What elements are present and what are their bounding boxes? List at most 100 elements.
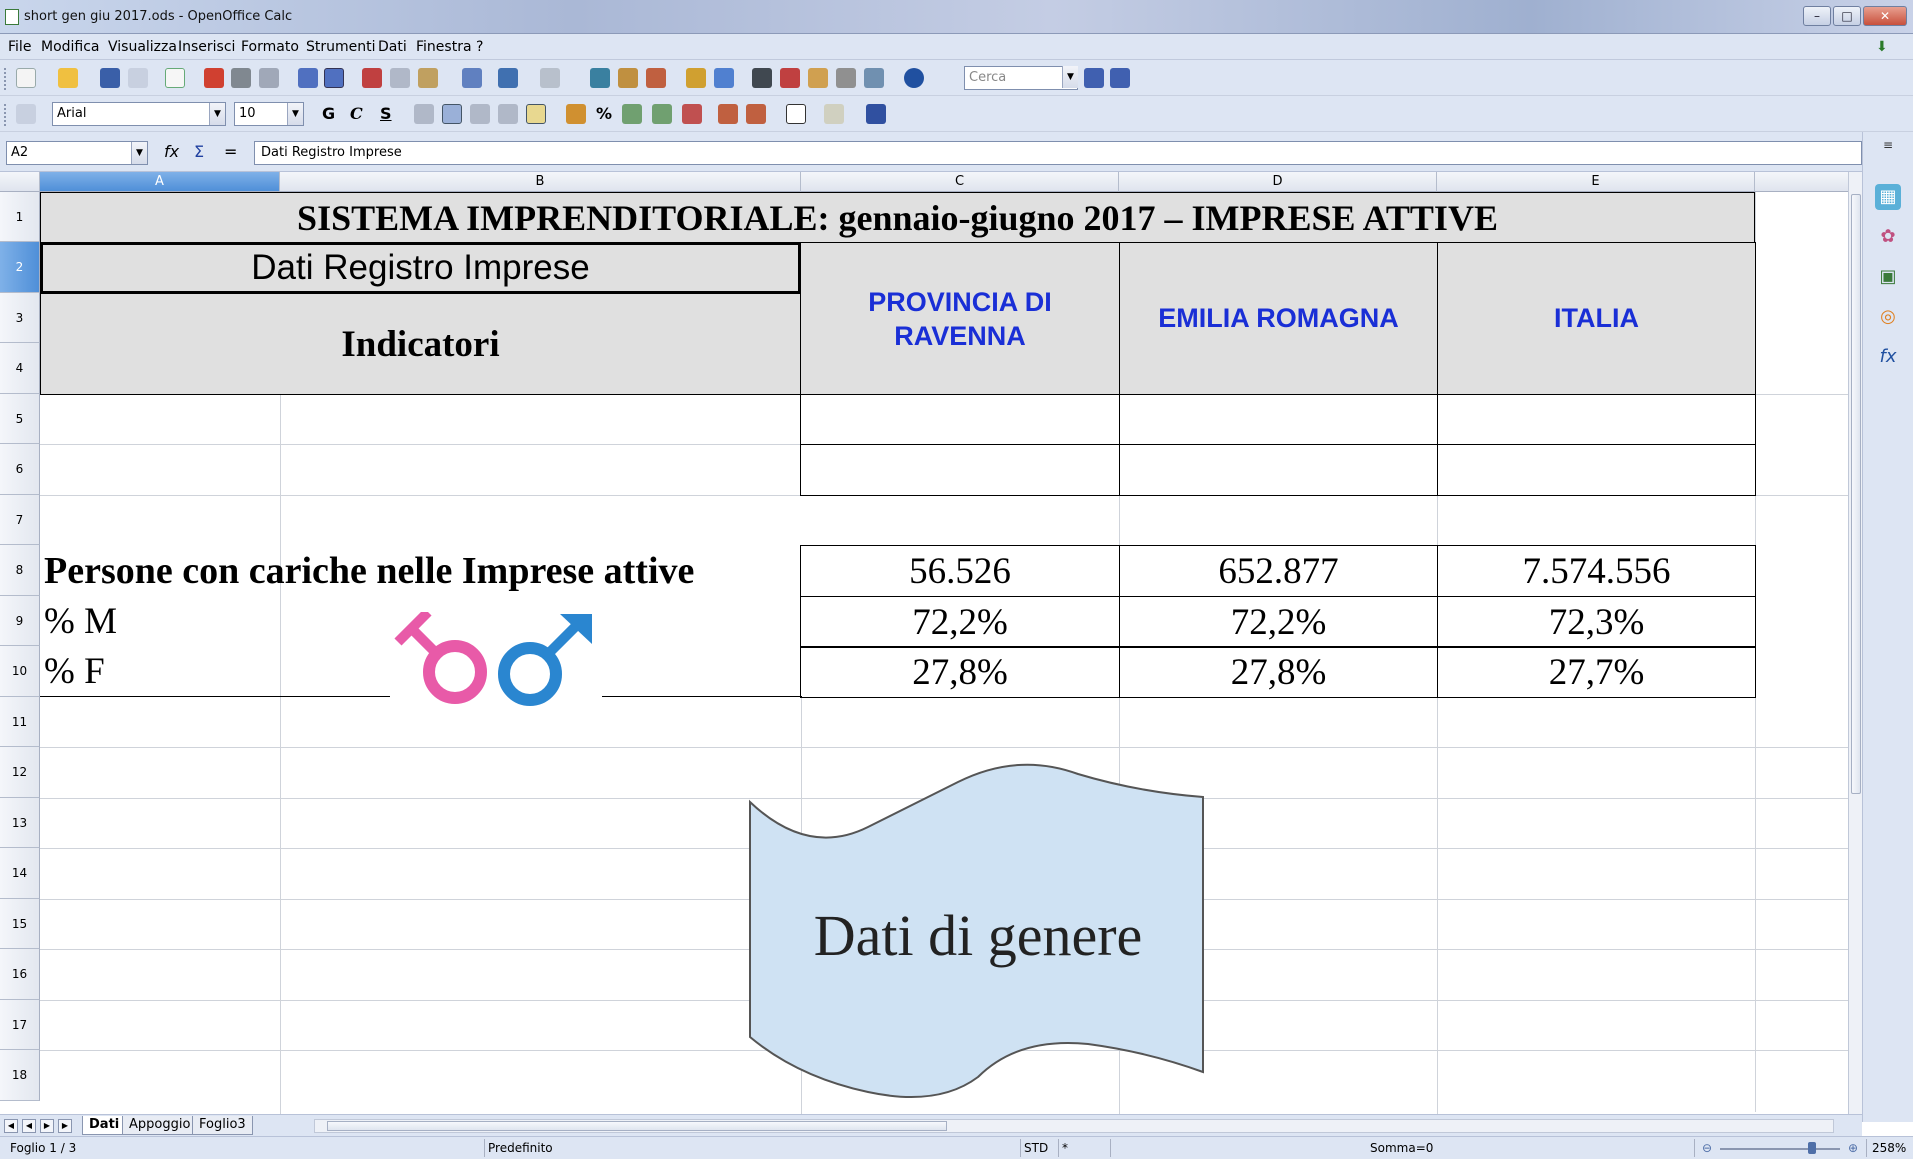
- row-header[interactable]: 7: [0, 495, 40, 545]
- zoom-slider-handle[interactable]: [1808, 1142, 1816, 1154]
- sheet-title-cell[interactable]: SISTEMA IMPRENDITORIALE: gennaio-giugno …: [40, 192, 1755, 243]
- menu-finestra[interactable]: Finestra: [416, 39, 472, 55]
- row-header[interactable]: 9: [0, 596, 40, 646]
- banner-shape[interactable]: Dati di genere: [748, 762, 1208, 1112]
- row9-italia[interactable]: 72,3%: [1437, 596, 1756, 648]
- row10-emilia-romagna[interactable]: 27,8%: [1119, 646, 1438, 698]
- toolbar-grip[interactable]: [4, 104, 8, 126]
- row-header[interactable]: 13: [0, 798, 40, 848]
- column-header-e[interactable]: E: [1437, 172, 1755, 192]
- new-document-icon[interactable]: [16, 68, 36, 88]
- standard-format-icon[interactable]: [622, 104, 642, 124]
- decrease-indent-icon[interactable]: [718, 104, 738, 124]
- column-header-b[interactable]: B: [280, 172, 801, 192]
- underline-button[interactable]: S: [380, 104, 392, 123]
- spreadsheet-grid[interactable]: A B C D E 1 2 3 4 5 6 7 8 9 10 11 12 13 …: [0, 172, 1848, 1114]
- menu-help[interactable]: ?: [476, 39, 483, 55]
- autospellcheck-icon[interactable]: [324, 68, 344, 88]
- last-sheet-icon[interactable]: ▶: [58, 1119, 72, 1133]
- tab-foglio3[interactable]: Foglio3: [192, 1116, 253, 1135]
- currency-format-icon[interactable]: [566, 104, 586, 124]
- row-header[interactable]: 3: [0, 293, 40, 343]
- row10-italia[interactable]: 27,7%: [1437, 646, 1756, 698]
- table-cell[interactable]: [800, 394, 1120, 445]
- chart-icon[interactable]: [686, 68, 706, 88]
- table-cell[interactable]: [1437, 444, 1756, 496]
- table-cell[interactable]: [1119, 394, 1438, 445]
- gallery-icon[interactable]: [808, 68, 828, 88]
- italic-button[interactable]: C: [350, 104, 363, 123]
- zoom-out-icon[interactable]: ⊖: [1702, 1141, 1712, 1155]
- vertical-scroll-thumb[interactable]: [1851, 194, 1861, 794]
- column-header-d[interactable]: D: [1119, 172, 1437, 192]
- function-icon[interactable]: =: [224, 142, 237, 161]
- row-header[interactable]: 16: [0, 949, 40, 1000]
- find-next-icon[interactable]: [1084, 68, 1104, 88]
- row-header[interactable]: 8: [0, 545, 40, 596]
- zoom-slider-track[interactable]: [1720, 1148, 1840, 1150]
- sidebar-menu-icon[interactable]: ≡: [1875, 132, 1901, 158]
- row8-italia[interactable]: 7.574.556: [1437, 545, 1756, 597]
- row-header[interactable]: 18: [0, 1050, 40, 1101]
- next-sheet-icon[interactable]: ▶: [40, 1119, 54, 1133]
- search-input[interactable]: Cerca: [964, 66, 1078, 90]
- hyperlink-icon[interactable]: [590, 68, 610, 88]
- print-icon[interactable]: [231, 68, 251, 88]
- table-cell[interactable]: [800, 444, 1120, 496]
- menu-inserisci[interactable]: Inserisci: [178, 39, 235, 55]
- background-color-icon[interactable]: [824, 104, 844, 124]
- increase-indent-icon[interactable]: [746, 104, 766, 124]
- spellcheck-icon[interactable]: [298, 68, 318, 88]
- header-provincia-ravenna[interactable]: PROVINCIA DI RAVENNA: [800, 242, 1120, 395]
- redo-icon[interactable]: [540, 68, 560, 88]
- table-cell[interactable]: [1119, 444, 1438, 496]
- properties-icon[interactable]: ▦: [1875, 184, 1901, 210]
- select-all-corner[interactable]: [0, 172, 40, 192]
- menu-dati[interactable]: Dati: [378, 39, 407, 55]
- row8-ravenna[interactable]: 56.526: [800, 545, 1120, 597]
- column-header-a[interactable]: A: [40, 172, 280, 192]
- row-header[interactable]: 14: [0, 848, 40, 899]
- navigator-sidebar-icon[interactable]: ◎: [1875, 304, 1901, 330]
- sort-descending-icon[interactable]: [646, 68, 666, 88]
- copy-icon[interactable]: [390, 68, 410, 88]
- row-header[interactable]: 10: [0, 646, 40, 697]
- indicators-header-cell[interactable]: Indicatori: [40, 293, 801, 395]
- align-right-icon[interactable]: [470, 104, 490, 124]
- tab-dati[interactable]: Dati: [82, 1116, 127, 1135]
- row-header[interactable]: 11: [0, 697, 40, 747]
- previous-sheet-icon[interactable]: ◀: [22, 1119, 36, 1133]
- print-preview-icon[interactable]: [259, 68, 279, 88]
- export-pdf-icon[interactable]: [204, 68, 224, 88]
- page-style[interactable]: Predefinito: [488, 1141, 553, 1155]
- data-sources-icon[interactable]: [836, 68, 856, 88]
- delete-decimal-icon[interactable]: [682, 104, 702, 124]
- row-header[interactable]: 6: [0, 444, 40, 495]
- table-cell[interactable]: [1437, 394, 1756, 445]
- function-wizard-icon[interactable]: fx: [164, 142, 179, 161]
- undo-icon[interactable]: [498, 68, 518, 88]
- header-italia[interactable]: ITALIA: [1437, 242, 1756, 395]
- add-decimal-icon[interactable]: [652, 104, 672, 124]
- horizontal-scrollbar[interactable]: [314, 1119, 1834, 1133]
- menu-strumenti[interactable]: Strumenti: [306, 39, 376, 55]
- tab-appoggio[interactable]: Appoggio: [122, 1116, 198, 1135]
- open-icon[interactable]: [58, 68, 78, 88]
- row9-emilia-romagna[interactable]: 72,2%: [1119, 596, 1438, 648]
- draw-functions-icon[interactable]: [714, 68, 734, 88]
- row10-ravenna[interactable]: 27,8%: [800, 646, 1120, 698]
- source-cell-a2[interactable]: Dati Registro Imprese: [40, 242, 801, 294]
- find-previous-icon[interactable]: [1110, 68, 1130, 88]
- row9-ravenna[interactable]: 72,2%: [800, 596, 1120, 648]
- column-header-f[interactable]: [1755, 172, 1848, 192]
- navigator-icon[interactable]: [780, 68, 800, 88]
- menu-modifica[interactable]: Modifica: [41, 39, 100, 55]
- close-button[interactable]: ✕: [1863, 6, 1907, 26]
- sum-icon[interactable]: Σ: [194, 142, 204, 161]
- header-emilia-romagna[interactable]: EMILIA ROMAGNA: [1119, 242, 1438, 395]
- row-header[interactable]: 4: [0, 343, 40, 394]
- horizontal-scroll-thumb[interactable]: [327, 1121, 947, 1131]
- functions-sidebar-icon[interactable]: fx: [1875, 344, 1901, 370]
- menu-file[interactable]: File: [8, 39, 31, 55]
- minimize-button[interactable]: –: [1803, 6, 1831, 26]
